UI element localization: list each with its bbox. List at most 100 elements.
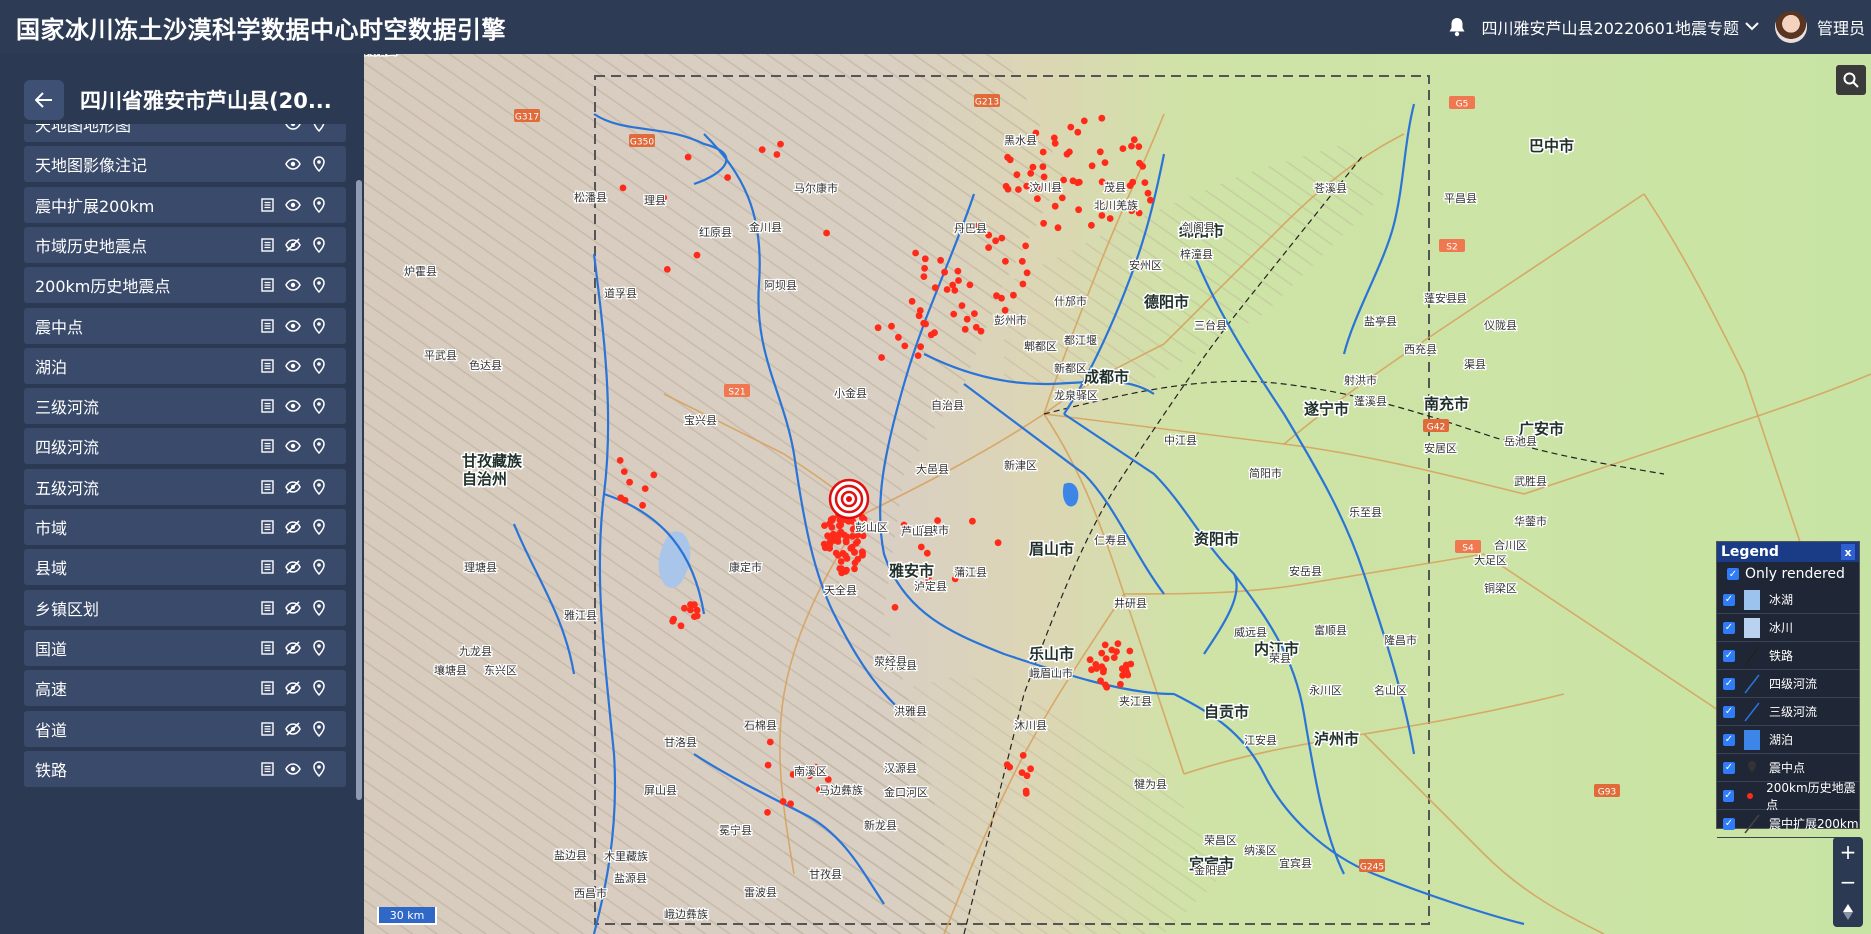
quake-point[interactable] xyxy=(961,325,969,333)
quake-point[interactable] xyxy=(994,539,1002,547)
quake-point[interactable] xyxy=(681,604,688,612)
quake-point[interactable] xyxy=(1129,178,1137,186)
quake-point[interactable] xyxy=(1015,186,1022,193)
locate-pin-icon[interactable] xyxy=(310,437,328,455)
attribute-table-icon[interactable] xyxy=(258,679,276,697)
quake-point[interactable] xyxy=(921,255,929,263)
quake-point[interactable] xyxy=(1018,257,1026,265)
checkbox-only-rendered[interactable]: ✓ xyxy=(1727,568,1739,580)
quake-point[interactable] xyxy=(1117,680,1124,688)
quake-point[interactable] xyxy=(852,539,860,547)
legend-checkbox[interactable]: ✓ xyxy=(1723,621,1735,634)
legend-row[interactable]: ✓ 震中扩展200km xyxy=(1717,810,1859,838)
quake-point[interactable] xyxy=(787,800,794,808)
quake-point[interactable] xyxy=(1127,660,1135,668)
quake-point[interactable] xyxy=(949,281,957,289)
eye-icon[interactable] xyxy=(284,760,302,778)
quake-point[interactable] xyxy=(663,266,671,273)
quake-point[interactable] xyxy=(758,146,766,153)
quake-point[interactable] xyxy=(1002,257,1009,265)
quake-point[interactable] xyxy=(915,312,923,320)
quake-point[interactable] xyxy=(1098,212,1106,219)
eye-off-icon[interactable] xyxy=(284,558,302,576)
layer-item[interactable]: 天地图地形图 xyxy=(24,124,346,142)
locate-pin-icon[interactable] xyxy=(310,760,328,778)
quake-point[interactable] xyxy=(1039,163,1047,171)
layer-item[interactable]: 湖泊 xyxy=(24,347,346,384)
quake-point[interactable] xyxy=(998,234,1006,242)
quake-point[interactable] xyxy=(843,566,850,574)
epicenter-marker[interactable] xyxy=(828,478,870,520)
quake-point[interactable] xyxy=(684,153,692,161)
quake-point[interactable] xyxy=(878,354,885,361)
quake-point[interactable] xyxy=(1102,655,1110,662)
quake-point[interactable] xyxy=(1074,128,1082,136)
layer-item[interactable]: 国道 xyxy=(24,629,346,666)
eye-icon[interactable] xyxy=(284,397,302,415)
quake-point[interactable] xyxy=(616,457,624,464)
locate-pin-icon[interactable] xyxy=(310,397,328,415)
quake-point[interactable] xyxy=(1003,761,1011,768)
eye-icon[interactable] xyxy=(284,317,302,335)
attribute-table-icon[interactable] xyxy=(258,518,276,536)
quake-point[interactable] xyxy=(1141,179,1149,186)
layer-item[interactable]: 市域历史地震点 xyxy=(24,226,346,263)
layer-item[interactable]: 五级河流 xyxy=(24,468,346,505)
quake-point[interactable] xyxy=(1019,280,1027,288)
legend-checkbox[interactable]: ✓ xyxy=(1723,593,1735,606)
quake-point[interactable] xyxy=(1119,145,1127,152)
eye-icon[interactable] xyxy=(284,357,302,375)
attribute-table-icon[interactable] xyxy=(258,357,276,375)
legend-only-rendered[interactable]: ✓ Only rendered xyxy=(1717,562,1859,586)
legend-row[interactable]: ✓ 200km历史地震点 xyxy=(1717,781,1859,812)
quake-point[interactable] xyxy=(641,485,649,492)
quake-point[interactable] xyxy=(1069,177,1077,185)
quake-point[interactable] xyxy=(1010,291,1017,299)
quake-point[interactable] xyxy=(851,548,858,556)
quake-point[interactable] xyxy=(1040,219,1047,227)
attribute-table-icon[interactable] xyxy=(258,760,276,778)
quake-point[interactable] xyxy=(1106,215,1114,222)
quake-point[interactable] xyxy=(937,256,944,264)
locate-pin-icon[interactable] xyxy=(310,679,328,697)
locate-pin-icon[interactable] xyxy=(310,599,328,617)
quake-point[interactable] xyxy=(764,809,771,816)
map-view[interactable]: G317 G350 G213 G5 S2 G42 S4 G93 S21 G245 巴中市 绵阳市 德阳… xyxy=(364,54,1871,934)
attribute-table-icon[interactable] xyxy=(258,599,276,617)
quake-point[interactable] xyxy=(693,251,701,259)
quake-point[interactable] xyxy=(1130,136,1138,144)
quake-point[interactable] xyxy=(927,331,935,339)
layer-item[interactable]: 铁路 xyxy=(24,750,346,787)
quake-point[interactable] xyxy=(620,468,628,475)
quake-point[interactable] xyxy=(1058,194,1066,202)
quake-point[interactable] xyxy=(950,310,958,318)
quake-point[interactable] xyxy=(1034,195,1041,203)
layer-item[interactable]: 省道 xyxy=(24,710,346,747)
legend-row[interactable]: ✓ 冰川 xyxy=(1717,614,1859,642)
quake-point[interactable] xyxy=(669,617,677,625)
legend-checkbox[interactable]: ✓ xyxy=(1723,705,1735,718)
attribute-table-icon[interactable] xyxy=(258,317,276,335)
eye-icon[interactable] xyxy=(284,437,302,455)
quake-point[interactable] xyxy=(1097,677,1104,685)
bell-icon[interactable] xyxy=(1446,16,1468,38)
locate-pin-icon[interactable] xyxy=(310,236,328,254)
locate-pin-icon[interactable] xyxy=(310,357,328,375)
eye-off-icon[interactable] xyxy=(284,518,302,536)
quake-point[interactable] xyxy=(1101,641,1109,649)
attribute-table-icon[interactable] xyxy=(258,558,276,576)
quake-point[interactable] xyxy=(923,549,931,557)
quake-point[interactable] xyxy=(1114,640,1122,647)
layer-item[interactable]: 震中扩展200km xyxy=(24,186,346,223)
quake-point[interactable] xyxy=(1099,668,1107,676)
quake-point[interactable] xyxy=(891,604,899,611)
locate-pin-icon[interactable] xyxy=(310,155,328,173)
locate-pin-icon[interactable] xyxy=(310,317,328,335)
layer-item[interactable]: 三级河流 xyxy=(24,388,346,425)
quake-point[interactable] xyxy=(941,268,948,276)
quake-point[interactable] xyxy=(1147,196,1154,204)
quake-point[interactable] xyxy=(851,565,858,573)
quake-point[interactable] xyxy=(922,320,929,328)
quake-point[interactable] xyxy=(1126,647,1134,655)
layer-item[interactable]: 市域 xyxy=(24,509,346,545)
